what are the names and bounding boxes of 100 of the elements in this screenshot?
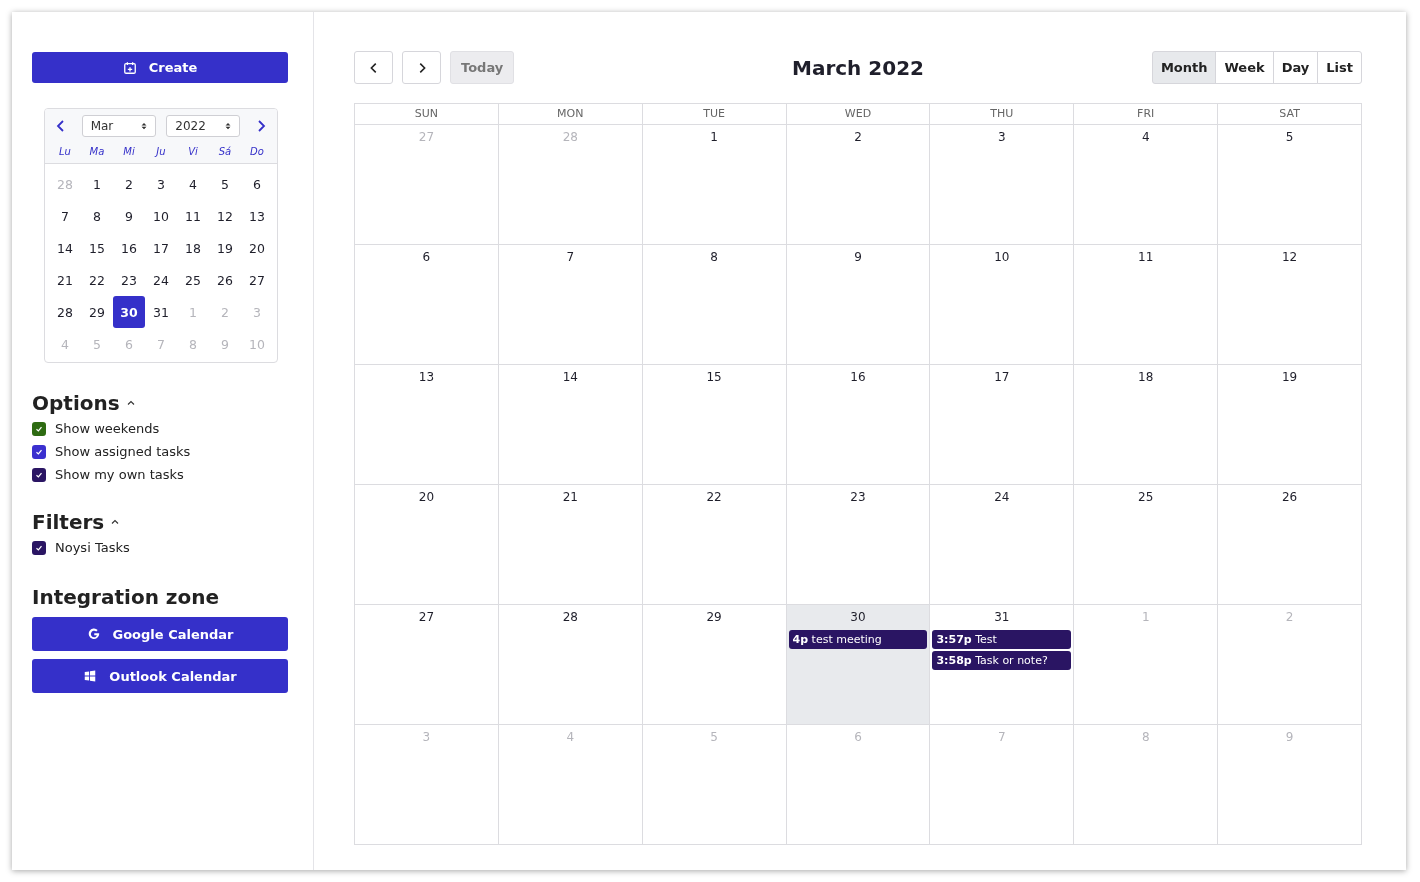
view-tab[interactable]: List bbox=[1317, 51, 1362, 84]
section-title: Integration zone bbox=[32, 585, 221, 609]
day-number[interactable]: 17 bbox=[994, 365, 1010, 388]
day-cell[interactable]: 24 bbox=[145, 264, 177, 296]
calendar-title: March 2022 bbox=[792, 55, 924, 80]
day-cell[interactable]: 2 bbox=[113, 168, 145, 200]
day-number[interactable]: 21 bbox=[562, 485, 578, 508]
day-number[interactable]: 18 bbox=[1138, 365, 1154, 388]
day-number[interactable]: 8 bbox=[710, 245, 718, 268]
checkbox[interactable] bbox=[32, 467, 46, 482]
day-cell[interactable]: 27 bbox=[241, 264, 273, 296]
day-number[interactable]: 22 bbox=[706, 485, 722, 508]
g-letter-icon bbox=[86, 627, 101, 641]
year-select[interactable]: 2022 bbox=[166, 115, 241, 137]
day-cell[interactable]: 17 bbox=[145, 232, 177, 264]
checkbox[interactable] bbox=[32, 540, 46, 555]
day-cell[interactable]: 11 bbox=[177, 200, 209, 232]
section-title: Filters bbox=[32, 510, 105, 534]
day-number[interactable]: 3 bbox=[998, 125, 1006, 148]
day-cell[interactable]: 10 bbox=[145, 200, 177, 232]
event-chip[interactable]: 3:57p Test bbox=[932, 630, 1072, 649]
day-number[interactable]: 27 bbox=[418, 605, 435, 628]
event-chip[interactable]: 4p test meeting bbox=[788, 630, 928, 649]
day-number[interactable]: 5 bbox=[1285, 125, 1294, 148]
create-button[interactable]: Create bbox=[32, 52, 288, 83]
weekday-label: Sá bbox=[217, 146, 233, 157]
day-number[interactable]: 19 bbox=[1281, 365, 1298, 388]
day-cell[interactable]: 21 bbox=[49, 264, 81, 296]
weekday-header: THU bbox=[930, 104, 1075, 125]
day-cell[interactable]: 4 bbox=[177, 168, 209, 200]
event-chip[interactable]: 3:58p Task or note? bbox=[932, 651, 1072, 670]
day-cell[interactable]: 31 bbox=[145, 296, 177, 328]
checkbox-label: Noysi Tasks bbox=[55, 540, 130, 555]
weekday-header: TUE bbox=[642, 104, 787, 125]
day-number[interactable]: 15 bbox=[706, 365, 722, 388]
weekday-header: SAT bbox=[1218, 104, 1362, 125]
checkbox[interactable] bbox=[32, 444, 46, 459]
day-cell[interactable]: 6 bbox=[241, 168, 273, 200]
day-cell[interactable]: 26 bbox=[209, 264, 241, 296]
day-number[interactable]: 23 bbox=[850, 485, 866, 508]
day-number[interactable]: 10 bbox=[994, 245, 1010, 268]
day-cell[interactable]: 7 bbox=[49, 200, 81, 232]
checkbox[interactable] bbox=[32, 421, 46, 436]
day-number[interactable]: 14 bbox=[562, 365, 578, 388]
day-number[interactable]: 24 bbox=[994, 485, 1010, 508]
day-number[interactable]: 20 bbox=[418, 485, 435, 508]
day-cell[interactable]: 5 bbox=[209, 168, 241, 200]
day-number[interactable]: 4 bbox=[1141, 125, 1150, 148]
day-number[interactable]: 12 bbox=[1281, 245, 1298, 268]
weekday-label: Lu bbox=[58, 146, 72, 157]
day-number[interactable]: 28 bbox=[562, 605, 578, 628]
checkbox-label: Show assigned tasks bbox=[55, 444, 191, 459]
day-number[interactable]: 9 bbox=[854, 245, 862, 268]
day-number[interactable]: 26 bbox=[1281, 485, 1298, 508]
calendar-plus-icon bbox=[122, 60, 137, 75]
day-cell[interactable]: 23 bbox=[113, 264, 145, 296]
day-cell[interactable]: 15 bbox=[81, 232, 113, 264]
day-cell[interactable]: 22 bbox=[81, 264, 113, 296]
day-cell[interactable]: 25 bbox=[177, 264, 209, 296]
day-cell[interactable]: 1 bbox=[81, 168, 113, 200]
view-tab[interactable]: Day bbox=[1272, 51, 1319, 84]
day-number[interactable]: 16 bbox=[850, 365, 866, 388]
day-cell[interactable]: 18 bbox=[177, 232, 209, 264]
day-cell[interactable]: 14 bbox=[49, 232, 81, 264]
view-tab[interactable]: Month bbox=[1151, 51, 1217, 84]
day-number[interactable]: 30 bbox=[850, 605, 866, 628]
day-cell[interactable]: 13 bbox=[241, 200, 273, 232]
day-number[interactable]: 13 bbox=[418, 365, 435, 388]
day-number[interactable]: 11 bbox=[1138, 245, 1154, 268]
day-number[interactable]: 1 bbox=[710, 125, 718, 148]
weekday-header: FRI bbox=[1074, 104, 1219, 125]
day-cell[interactable]: 16 bbox=[113, 232, 145, 264]
day-cell[interactable]: 28 bbox=[49, 296, 81, 328]
day-number[interactable]: 25 bbox=[1138, 485, 1154, 508]
weekday-label: Ju bbox=[153, 146, 167, 157]
day-cell[interactable]: 9 bbox=[113, 200, 145, 232]
day-cell[interactable]: 29 bbox=[81, 296, 113, 328]
weekday-header: SUN bbox=[355, 104, 499, 125]
windows-logo-icon bbox=[83, 669, 98, 683]
day-number[interactable]: 31 bbox=[994, 605, 1010, 628]
day-cell[interactable]: 20 bbox=[241, 232, 273, 264]
day-cell[interactable]: 30 bbox=[113, 296, 145, 328]
section-title: Options bbox=[32, 391, 120, 415]
weekday-label: Ma bbox=[88, 146, 106, 157]
day-cell[interactable]: 3 bbox=[145, 168, 177, 200]
view-tab[interactable]: Week bbox=[1215, 51, 1274, 84]
day-number[interactable]: 2 bbox=[854, 125, 862, 148]
checkbox-label: Show weekends bbox=[55, 421, 160, 436]
day-number[interactable]: 29 bbox=[706, 605, 722, 628]
month-select[interactable]: Mar bbox=[81, 115, 156, 137]
integration-button[interactable]: Google Calendar bbox=[32, 617, 288, 651]
day-cell[interactable]: 12 bbox=[209, 200, 241, 232]
day-number[interactable]: 6 bbox=[422, 245, 431, 268]
day-cell[interactable]: 19 bbox=[209, 232, 241, 264]
today-button[interactable]: Today bbox=[450, 51, 515, 84]
integration-button[interactable]: Outlook Calendar bbox=[32, 659, 288, 693]
weekday-header: WED bbox=[786, 104, 931, 125]
day-number[interactable]: 7 bbox=[566, 245, 575, 268]
weekday-label: Vi bbox=[187, 146, 199, 157]
day-cell[interactable]: 8 bbox=[81, 200, 113, 232]
